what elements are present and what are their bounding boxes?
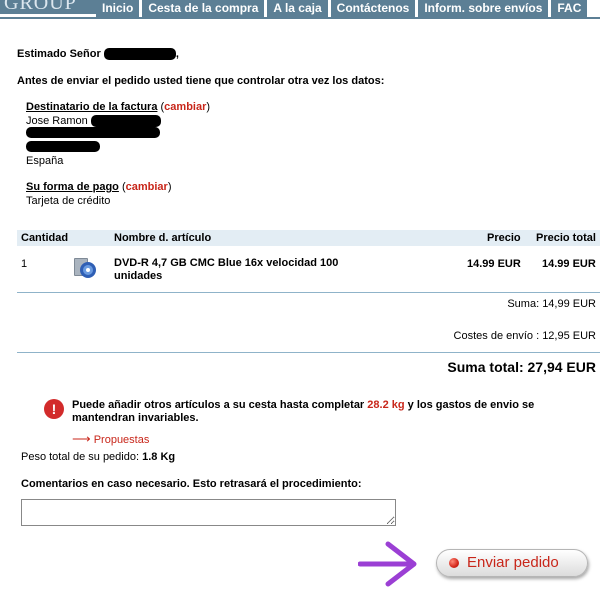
table-header: Cantidad Nombre d. artículo Precio Preci… xyxy=(17,230,600,246)
dvd-product-icon xyxy=(74,258,96,278)
nav-tab-inicio[interactable]: Inicio xyxy=(96,0,140,17)
payment-change-link[interactable]: cambiar xyxy=(126,181,168,193)
redacted-name xyxy=(103,48,176,61)
header-qty: Cantidad xyxy=(21,232,69,244)
row-total: 14.99 EUR xyxy=(542,258,596,270)
billing-heading: Destinatario de la factura (cambiar) xyxy=(26,101,210,113)
proposals-label: Propuestas xyxy=(93,434,150,446)
redacted-surname xyxy=(90,115,161,128)
notice-line1: Puede añadir otros artículos a su cesta … xyxy=(72,399,534,411)
instruction-text: Antes de enviar el pedido usted tiene qu… xyxy=(17,75,385,87)
payment-close-paren: ) xyxy=(167,181,172,193)
billing-title: Destinatario de la factura xyxy=(26,101,158,113)
arrow-right-icon: ⟶ xyxy=(72,431,91,446)
greeting-prefix: Estimado Señor xyxy=(17,48,101,60)
nav-tab-faq[interactable]: FAC xyxy=(551,0,588,17)
send-order-area: Enviar pedido xyxy=(432,545,594,585)
comments-field[interactable] xyxy=(21,499,396,526)
totals-divider xyxy=(17,352,600,353)
red-dot-icon xyxy=(449,558,459,568)
row-name-line1[interactable]: DVD-R 4,7 GB CMC Blue 16x velocidad 100 xyxy=(114,257,338,269)
nav-tabs: Inicio Cesta de la compra A la caja Cont… xyxy=(96,0,590,17)
brand-logo[interactable]: GROUP xyxy=(0,0,96,14)
top-navigation: GROUP Inicio Cesta de la compra A la caj… xyxy=(0,0,600,19)
billing-country: España xyxy=(26,155,64,167)
billing-name: Jose Ramon xyxy=(26,115,88,127)
proposals-link[interactable]: ⟶ Propuestas xyxy=(72,431,149,447)
send-order-label: Enviar pedido xyxy=(467,554,559,571)
greeting: Estimado Señor , xyxy=(17,48,179,61)
weight-label: Peso total de su pedido: xyxy=(21,451,140,463)
nav-tab-cesta[interactable]: Cesta de la compra xyxy=(142,0,265,17)
weight-line: Peso total de su pedido: 1.8 Kg xyxy=(21,451,175,463)
billing-close-paren: ) xyxy=(206,101,211,113)
notice-text-prefix: Puede añadir otros artículos a su cesta … xyxy=(72,399,368,411)
billing-change-link[interactable]: cambiar xyxy=(164,101,206,113)
alert-icon: ! xyxy=(44,399,64,419)
row-name-line2: unidades xyxy=(114,270,163,282)
billing-name-line: Jose Ramon xyxy=(26,115,161,128)
notice-line2: mantendran invariables. xyxy=(72,412,199,424)
payment-heading: Su forma de pago (cambiar) xyxy=(26,181,172,193)
header-total: Precio total xyxy=(536,232,596,244)
nav-divider xyxy=(0,17,600,19)
header-price: Precio xyxy=(487,232,521,244)
subtotal: Suma: 14,99 EUR xyxy=(507,298,596,310)
redacted-city xyxy=(26,141,100,152)
pointer-arrow-icon xyxy=(358,541,417,587)
row-price: 14.99 EUR xyxy=(467,258,521,270)
notice-weight: 28.2 kg xyxy=(367,399,405,411)
greeting-suffix: , xyxy=(175,48,179,60)
row-divider xyxy=(17,292,600,293)
weight-value: 1.8 Kg xyxy=(142,451,176,463)
redacted-address xyxy=(26,127,160,138)
grand-total: Suma total: 27,94 EUR xyxy=(447,359,596,375)
nav-tab-caja[interactable]: A la caja xyxy=(267,0,328,17)
payment-method: Tarjeta de crédito xyxy=(26,195,111,207)
send-order-button[interactable]: Enviar pedido xyxy=(436,549,588,577)
row-qty: 1 xyxy=(21,258,28,270)
header-name: Nombre d. artículo xyxy=(114,232,212,244)
shipping-cost: Costes de envío : 12,95 EUR xyxy=(453,330,596,342)
comments-label: Comentarios en caso necesario. Esto retr… xyxy=(21,478,362,490)
nav-tab-contacto[interactable]: Contáctenos xyxy=(330,0,416,17)
nav-tab-envios[interactable]: Inform. sobre envíos xyxy=(418,0,549,17)
notice-text-suffix: y los gastos de envio se xyxy=(404,399,535,411)
payment-title: Su forma de pago xyxy=(26,181,119,193)
